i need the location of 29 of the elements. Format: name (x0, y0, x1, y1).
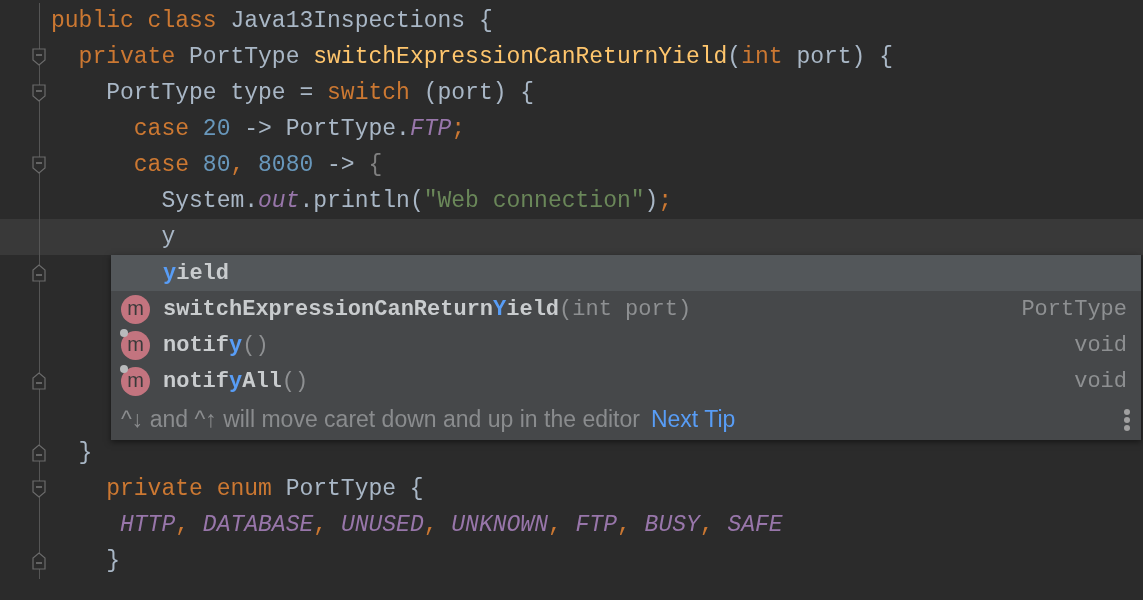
code-line: } (105, 547, 120, 576)
code-line: PortType type = switch (port) { (105, 79, 535, 108)
completion-item[interactable]: yield (111, 255, 1141, 291)
method-icon: m (121, 366, 150, 396)
completion-item[interactable]: m notify() void (111, 327, 1141, 363)
code-line: HTTP, DATABASE, UNUSED, UNKNOWN, FTP, BUSY, SAFE (119, 511, 783, 540)
fold-icon[interactable] (32, 372, 46, 390)
more-icon[interactable] (1123, 407, 1131, 432)
completion-item[interactable]: m notifyAll() void (111, 363, 1141, 399)
code-line: case 20 -> PortType.FTP; (132, 115, 466, 144)
code-line: y (160, 223, 176, 252)
method-icon: m (121, 294, 150, 324)
fold-icon[interactable] (32, 444, 46, 462)
fold-icon[interactable] (32, 156, 46, 174)
hint-text: ^↓ and ^↑ will move caret down and up in the editor (121, 405, 640, 435)
code-line: public class Java13Inspections { (51, 7, 493, 36)
code-line: case 80, 8080 -> { (132, 151, 383, 180)
code-line: private enum PortType { (105, 475, 424, 504)
fold-icon[interactable] (32, 552, 46, 570)
code-line: System.out.println("Web connection"); (160, 187, 673, 216)
completion-item[interactable]: m switchExpressionCanReturnYield(int port) PortType (111, 291, 1141, 327)
fold-icon[interactable] (32, 264, 46, 282)
fold-icon[interactable] (32, 48, 46, 66)
code-line: } (77, 439, 93, 468)
fold-icon[interactable] (32, 84, 46, 102)
fold-icon[interactable] (32, 480, 46, 498)
method-icon: m (121, 330, 150, 360)
code-line: private PortType switchExpressionCanReturnYield(int port) { (77, 43, 893, 72)
next-tip-link[interactable]: Next Tip (650, 402, 736, 437)
